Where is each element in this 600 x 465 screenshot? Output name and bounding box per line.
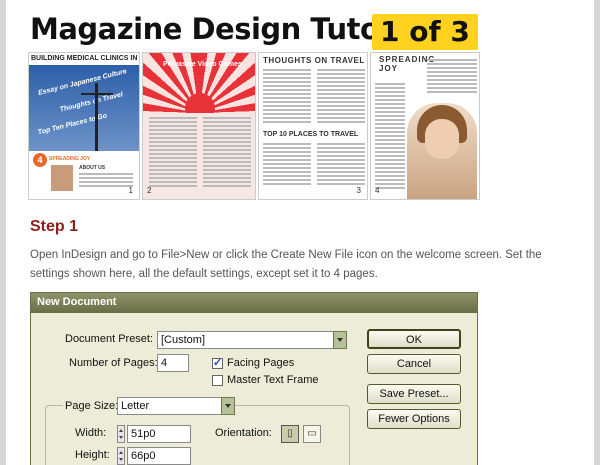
woman-photo-face [425,119,459,159]
landscape-icon[interactable]: ▭ [303,425,321,443]
article-subheading: TOP 10 PLACES TO TRAVEL [263,131,359,138]
body-text-lines [263,143,311,187]
facing-pages-checkbox[interactable] [212,356,223,369]
page-number: 1 [128,186,133,195]
badge-caption: SPREADING JOY [49,156,91,162]
part-badge: 1 of 3 [372,14,478,50]
body-text-lines [149,117,197,189]
body-text-lines [263,69,311,125]
document-preset-value: [Custom] [161,334,206,346]
small-photo [51,165,73,191]
document-preset-select[interactable]: [Custom] [157,331,347,349]
about-heading: ABOUT US [79,165,106,171]
document-preset-label: Document Preset: [65,333,154,345]
page-size-label: Page Size: [63,400,121,412]
new-document-dialog: New Document Document Preset: [Custom] N… [30,292,478,465]
page-number: 4 [375,186,380,195]
height-stepper[interactable] [117,447,125,465]
number-of-pages-input[interactable]: 4 [157,354,189,372]
height-input[interactable]: 66p0 [127,447,191,465]
dialog-titlebar[interactable]: New Document [31,293,477,313]
width-stepper[interactable] [117,425,125,443]
page-size-select[interactable]: Letter [117,397,235,415]
portrait-icon[interactable]: ▯ [281,425,299,443]
body-text-lines [317,69,365,125]
facing-pages-label: Facing Pages [227,357,295,369]
magazine-page-2: Pervasive Video Games 2 [142,52,256,200]
left-frame [0,0,6,465]
body-text-lines [203,117,251,189]
body-text-lines [375,83,405,191]
body-text-lines [79,173,133,189]
body-text-lines [427,59,477,95]
body-text-lines [317,143,365,187]
magazine-spread-preview: BUILDING MEDICAL CLINICS IN ASIA ISSUE E… [28,52,480,202]
fewer-options-button[interactable]: Fewer Options [367,409,461,429]
page-size-value: Letter [121,400,150,412]
utility-pole-arm [81,93,113,95]
page-number: 2 [147,186,152,195]
width-label: Width: [75,427,107,439]
number-of-pages-label: Number of Pages: [69,357,158,369]
chevron-down-icon[interactable] [333,331,347,349]
article-heading: Pervasive Video Games [163,61,242,68]
magazine-page-3: THOUGHTS ON TRAVEL TOP 10 PLACES TO TRAV… [258,52,368,200]
orientation-label: Orientation: [215,427,272,439]
article-heading: THOUGHTS ON TRAVEL [263,56,365,65]
page-number: 3 [356,186,361,195]
issue-number-badge: 4 [33,153,47,167]
cover-title: BUILDING MEDICAL CLINICS IN ASIA ISSUE [29,53,139,65]
chevron-down-icon[interactable] [221,397,235,415]
cancel-button[interactable]: Cancel [367,354,461,374]
dialog-title: New Document [37,296,117,308]
master-text-frame-label: Master Text Frame [227,374,319,386]
magazine-page-1: BUILDING MEDICAL CLINICS IN ASIA ISSUE E… [28,52,140,200]
magazine-page-4: SPREADING JOY 4 [370,52,480,200]
ok-button[interactable]: OK [367,329,461,349]
save-preset-button[interactable]: Save Preset... [367,384,461,404]
step-heading: Step 1 [30,218,79,235]
height-label: Height: [75,449,110,461]
width-input[interactable]: 51p0 [127,425,191,443]
right-frame [594,0,600,465]
master-text-frame-checkbox[interactable] [212,375,223,386]
step-description: Open InDesign and go to File>New or clic… [30,249,542,280]
